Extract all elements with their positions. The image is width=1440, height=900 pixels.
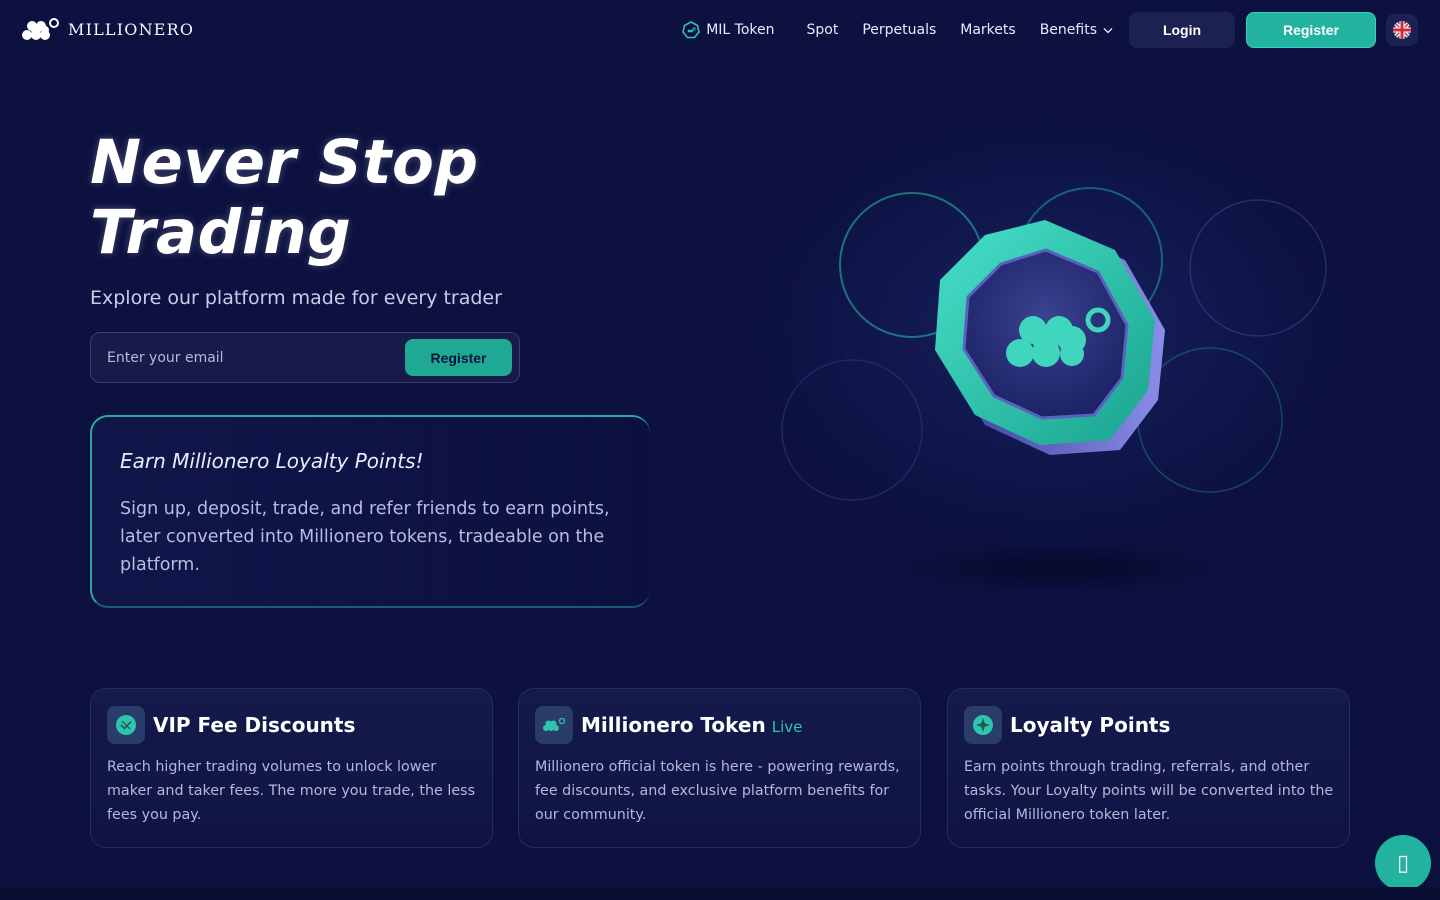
feature-card-loyalty[interactable]: Loyalty Points Earn points through tradi… <box>947 688 1350 848</box>
nav-item-perpetuals[interactable]: Perpetuals <box>862 22 936 38</box>
loyalty-title: Earn Millionero Loyalty Points! <box>120 449 424 473</box>
hero-token-illustration <box>781 187 1327 594</box>
nav-label: Spot <box>806 22 839 38</box>
email-input[interactable] <box>91 333 405 382</box>
email-signup-form: Register <box>90 332 520 383</box>
nav-label: MIL Token <box>706 22 775 38</box>
feature-title-text: Millionero Token <box>581 713 766 737</box>
vip-badge-icon <box>107 706 145 744</box>
hero-subtitle: Explore our platform made for every trad… <box>90 287 502 309</box>
feature-title: Loyalty Points <box>1010 713 1170 737</box>
hero-title: Never Stop Trading <box>90 127 479 268</box>
nav-item-spot[interactable]: Spot <box>807 22 839 38</box>
feature-description: Earn points through trading, referrals, … <box>964 759 1334 823</box>
nav-item-markets[interactable]: Markets <box>960 22 1015 38</box>
top-nav: MIL Token Spot Perpetuals Markets Benefi… <box>682 12 1418 48</box>
loyalty-promo-card: Earn Millionero Loyalty Points! Sign up,… <box>90 415 652 608</box>
feature-title: VIP Fee Discounts <box>153 713 355 737</box>
register-button[interactable]: Register <box>1246 12 1376 48</box>
feature-title: Millionero Token Live <box>581 713 802 737</box>
chat-icon: ▯ <box>1396 850 1410 875</box>
nav-item-mil-token[interactable]: MIL Token <box>682 21 775 39</box>
live-badge: Live <box>771 718 803 736</box>
loyalty-description: Sign up, deposit, trade, and refer frien… <box>120 499 610 575</box>
millionero-logo-icon <box>22 18 59 40</box>
nav-label: Perpetuals <box>862 22 937 38</box>
nav-item-benefits[interactable]: Benefits <box>1040 22 1113 38</box>
footer-edge <box>0 887 1440 900</box>
language-selector[interactable] <box>1386 14 1418 46</box>
nav-label: Markets <box>960 22 1016 38</box>
feature-description: Reach higher trading volumes to unlock l… <box>107 759 476 823</box>
feature-card-token[interactable]: Millionero Token Live Millionero official… <box>518 688 921 848</box>
nav-label: Benefits <box>1039 22 1097 38</box>
loyalty-star-icon <box>964 706 1002 744</box>
mil-token-icon <box>682 21 701 39</box>
header: MILLIONERO MIL Token Spot Perpetuals Mar… <box>0 0 1440 60</box>
uk-flag-icon <box>1393 21 1411 39</box>
feature-description: Millionero official token is here - powe… <box>535 759 900 823</box>
feature-title-text: VIP Fee Discounts <box>153 713 356 737</box>
login-button[interactable]: Login <box>1129 12 1235 48</box>
brand-logo[interactable]: MILLIONERO <box>22 17 194 41</box>
millionero-logo-icon <box>535 706 573 744</box>
brand-name: MILLIONERO <box>68 19 195 39</box>
feature-title-text: Loyalty Points <box>1010 713 1171 737</box>
chat-support-button[interactable]: ▯ <box>1375 835 1431 891</box>
features-section: VIP Fee Discounts Reach higher trading v… <box>90 688 1350 848</box>
hero-register-button[interactable]: Register <box>405 339 512 376</box>
feature-card-vip[interactable]: VIP Fee Discounts Reach higher trading v… <box>90 688 493 848</box>
chevron-down-icon <box>1103 27 1113 33</box>
